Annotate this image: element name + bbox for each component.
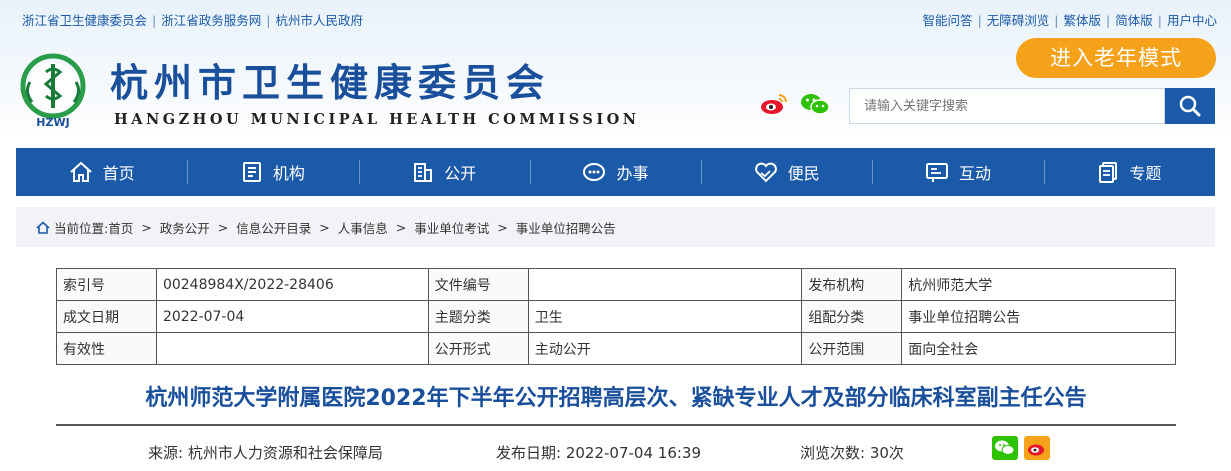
- field-label: 发布机构: [801, 268, 903, 301]
- nav-label: 办事: [616, 164, 649, 183]
- nav-label: 机构: [272, 164, 305, 183]
- weibo-icon[interactable]: [760, 92, 788, 116]
- link-simplified[interactable]: 简体版: [1115, 13, 1153, 28]
- nav-label: 便民: [787, 164, 820, 183]
- breadcrumb-separator: >: [217, 219, 229, 235]
- logo-emblem[interactable]: HZWJ: [16, 52, 90, 129]
- link-zhejiang-health[interactable]: 浙江省卫生健康委员会: [22, 13, 147, 28]
- source-value: 杭州市人力资源和社会保障局: [187, 444, 383, 462]
- field-label: 索引号: [56, 268, 157, 301]
- article-views: 浏览次数: 30次: [800, 442, 904, 463]
- nav-item-organization[interactable]: 机构: [187, 148, 358, 196]
- nav-label: 首页: [102, 164, 135, 183]
- title-divider: [56, 424, 1176, 426]
- source-label: 来源:: [148, 444, 184, 462]
- site-title: 杭州市卫生健康委员会: [110, 61, 551, 105]
- nav-item-interaction[interactable]: 互动: [872, 148, 1043, 196]
- svg-text:HZWJ: HZWJ: [36, 116, 69, 128]
- breadcrumb-item-info-catalog[interactable]: 信息公开目录: [236, 218, 311, 237]
- link-zhejiang-gov-service[interactable]: 浙江省政务服务网: [161, 13, 261, 28]
- field-value: [155, 332, 429, 365]
- field-value: 00248984X/2022-28406: [155, 268, 429, 301]
- link-user-center[interactable]: 用户中心: [1167, 13, 1217, 28]
- nav-item-home[interactable]: 首页: [16, 148, 187, 196]
- field-value: 事业单位招聘公告: [901, 300, 1176, 333]
- breadcrumb-prefix: 当前位置:: [54, 220, 109, 236]
- main-nav: 首页 机构 公开 办事 便民 互动 专题: [16, 148, 1215, 196]
- nav-item-convenience[interactable]: 便民: [701, 148, 872, 196]
- field-label: 文件编号: [427, 268, 529, 301]
- field-label: 主题分类: [427, 300, 529, 333]
- nav-label: 公开: [444, 164, 477, 183]
- site-subtitle: HANGZHOU MUNICIPAL HEALTH COMMISSION: [114, 111, 640, 128]
- date-value: 2022-07-04 16:39: [565, 444, 702, 462]
- elder-mode-button[interactable]: 进入老年模式: [1016, 38, 1216, 78]
- article-source: 来源: 杭州市人力资源和社会保障局: [148, 442, 383, 463]
- wechat-icon[interactable]: [800, 92, 830, 116]
- field-label: 公开范围: [801, 332, 903, 365]
- link-hangzhou-gov[interactable]: 杭州市人民政府: [275, 13, 363, 28]
- separator: |: [1157, 13, 1162, 28]
- separator: |: [1106, 13, 1111, 28]
- breadcrumb-separator: >: [141, 219, 152, 235]
- separator: |: [266, 13, 271, 28]
- separator: |: [152, 13, 157, 28]
- date-label: 发布日期:: [496, 444, 562, 462]
- separator: |: [977, 13, 982, 28]
- table-row: 成文日期 2022-07-04 主题分类 卫生 组配分类 事业单位招聘公告: [56, 300, 1176, 333]
- article-title: 杭州师范大学附属医院2022年下半年公开招聘高层次、紧缺专业人才及部分临床科室副…: [145, 386, 1087, 411]
- field-value: 杭州师范大学: [901, 268, 1176, 301]
- home-icon: [36, 220, 50, 234]
- link-accessibility[interactable]: 无障碍浏览: [987, 13, 1050, 28]
- table-row: 有效性 公开形式 主动公开 公开范围 面向全社会: [56, 332, 1176, 365]
- field-value: 2022-07-04: [155, 300, 429, 333]
- link-traditional[interactable]: 繁体版: [1064, 13, 1102, 28]
- top-links-left: 浙江省卫生健康委员会 | 浙江省政务服务网 | 杭州市人民政府: [22, 10, 363, 29]
- breadcrumb-separator: >: [319, 219, 330, 235]
- breadcrumb-item-home[interactable]: 首页: [108, 218, 133, 237]
- field-label: 有效性: [56, 332, 157, 365]
- caduceus-logo-icon: HZWJ: [20, 53, 86, 129]
- field-value: 面向全社会: [901, 332, 1176, 365]
- building-icon: [414, 163, 433, 182]
- top-links-right: 智能问答 | 无障碍浏览 | 繁体版 | 简体版 | 用户中心: [923, 10, 1217, 29]
- document-info-table: 索引号 00248984X/2022-28406 文件编号 发布机构 杭州师范大…: [56, 268, 1176, 365]
- breadcrumb: 当前位置: 首页 > 政务公开 > 信息公开目录 > 人事信息 > 事业单位考试…: [16, 207, 1215, 247]
- home-icon: [69, 161, 92, 182]
- dialog-icon: [926, 163, 949, 182]
- search-input[interactable]: [849, 88, 1165, 124]
- breadcrumb-item-recruitment[interactable]: 事业单位招聘公告: [516, 218, 616, 237]
- chat-dots-icon: [583, 163, 606, 181]
- field-value: 主动公开: [527, 332, 803, 365]
- breadcrumb-item-gov-affairs[interactable]: 政务公开: [160, 218, 210, 237]
- field-value: [527, 268, 803, 301]
- search-button[interactable]: [1165, 88, 1215, 124]
- share-wechat-icon[interactable]: [992, 436, 1018, 460]
- share-weibo-icon[interactable]: [1024, 436, 1050, 460]
- article-date: 发布日期: 2022-07-04 16:39: [496, 442, 701, 463]
- pages-icon: [1099, 162, 1118, 183]
- nav-item-services[interactable]: 办事: [529, 148, 701, 196]
- field-label: 公开形式: [427, 332, 529, 365]
- breadcrumb-separator: >: [497, 219, 508, 235]
- breadcrumb-item-personnel[interactable]: 人事信息: [338, 218, 388, 237]
- field-value: 卫生: [527, 300, 803, 333]
- nav-label: 专题: [1129, 164, 1162, 183]
- separator: |: [1054, 13, 1059, 28]
- nav-item-disclosure[interactable]: 公开: [358, 148, 530, 196]
- top-bar: 浙江省卫生健康委员会 | 浙江省政务服务网 | 杭州市人民政府 智能问答 | 无障碍浏览 | 繁…: [0, 0, 1231, 34]
- document-icon: [242, 162, 261, 182]
- table-row: 索引号 00248984X/2022-28406 文件编号 发布机构 杭州师范大…: [56, 268, 1176, 301]
- field-label: 成文日期: [56, 300, 157, 333]
- views-label: 浏览次数:: [800, 444, 866, 462]
- nav-label: 互动: [959, 164, 992, 183]
- nav-item-topics[interactable]: 专题: [1043, 148, 1215, 196]
- search-icon: [1179, 95, 1201, 117]
- breadcrumb-separator: >: [395, 219, 407, 235]
- link-smart-qa[interactable]: 智能问答: [923, 13, 973, 28]
- breadcrumb-item-exam[interactable]: 事业单位考试: [414, 218, 489, 237]
- handshake-heart-icon: [754, 162, 777, 183]
- views-value: 30次: [869, 444, 904, 462]
- field-label: 组配分类: [801, 300, 903, 333]
